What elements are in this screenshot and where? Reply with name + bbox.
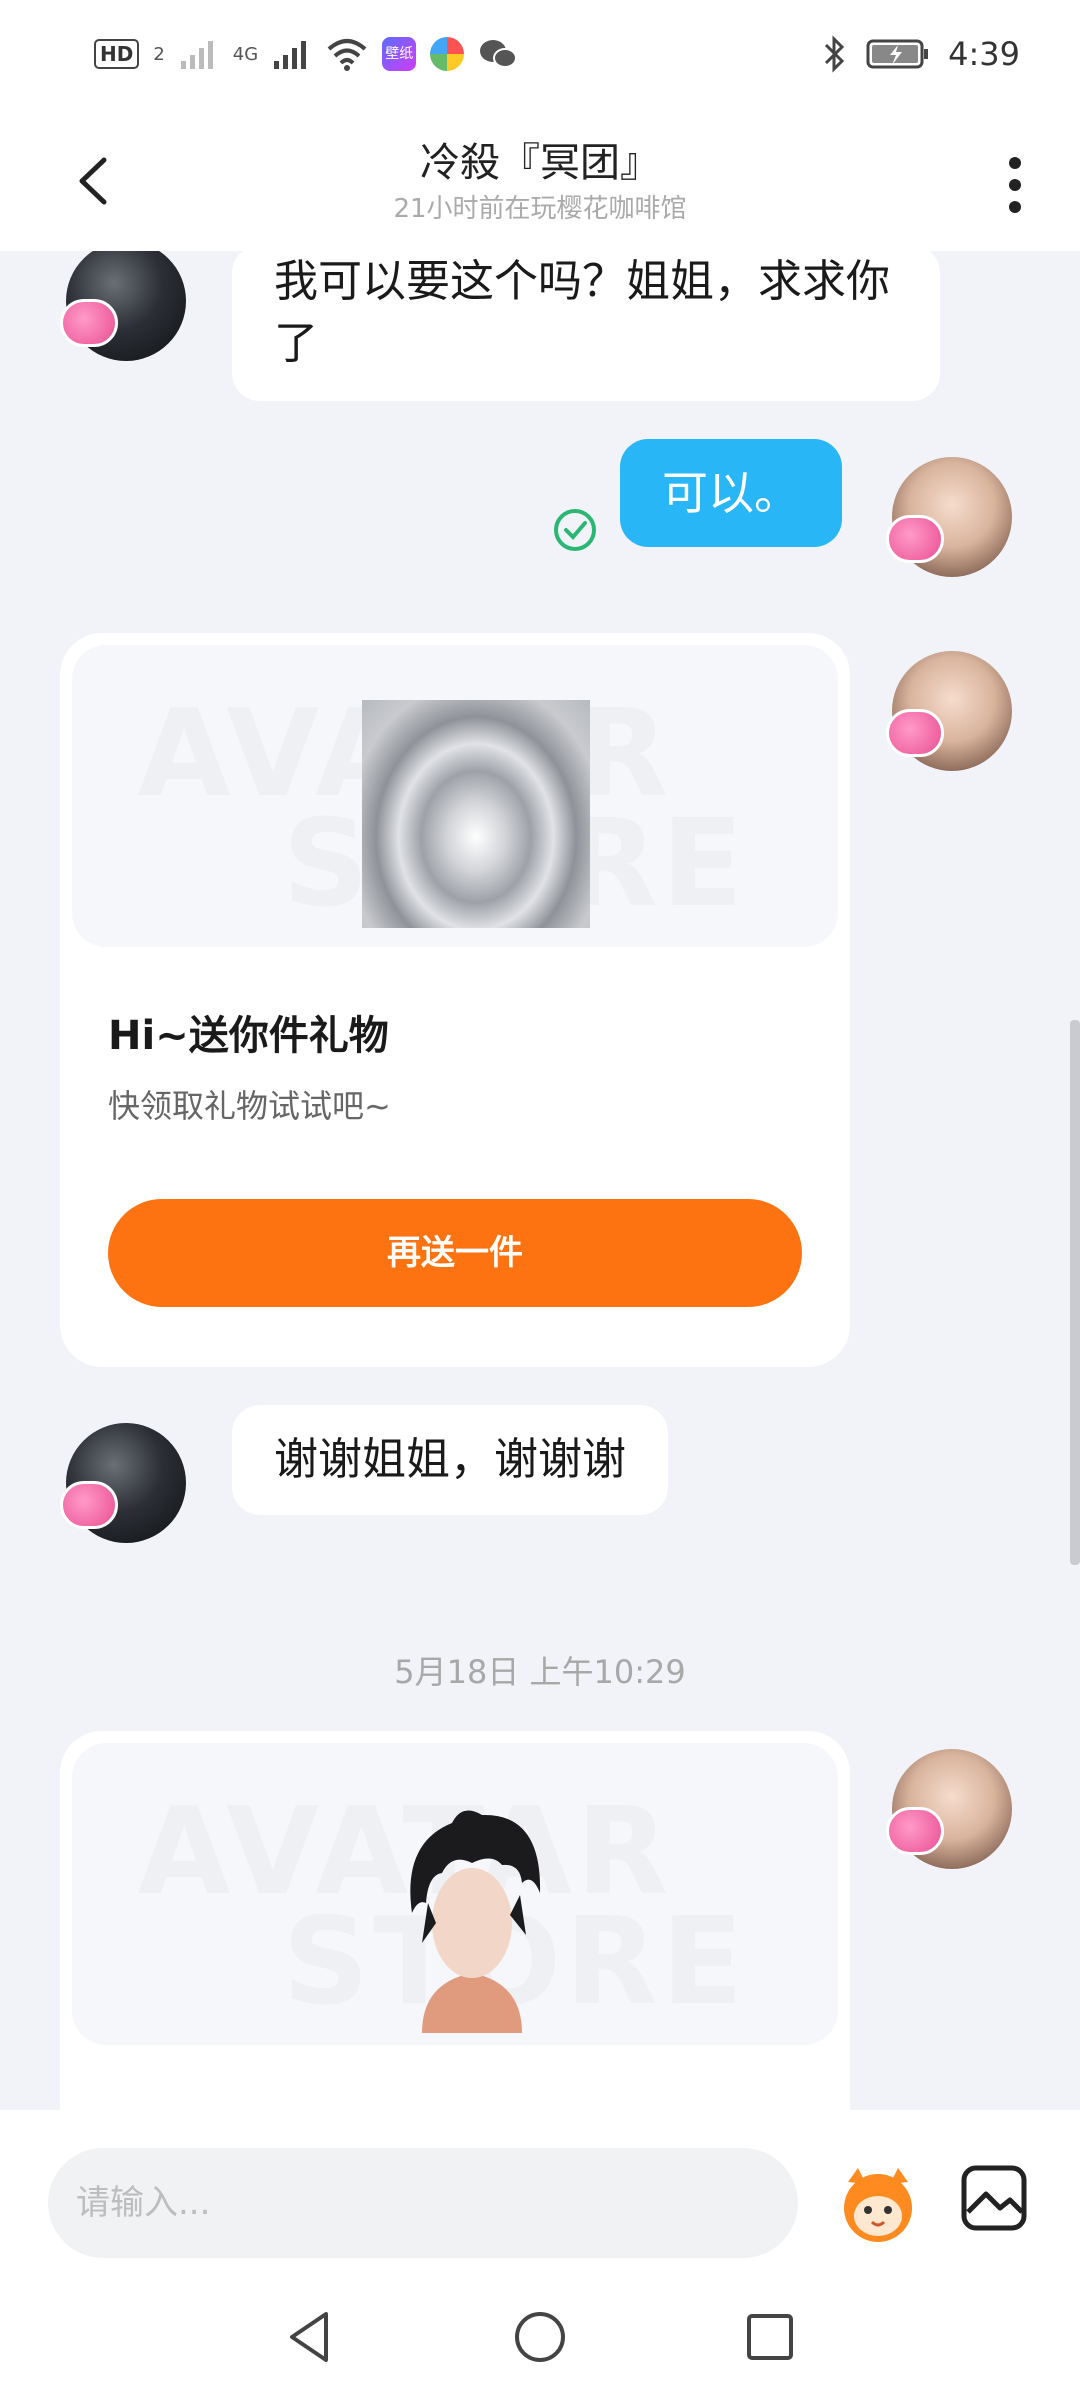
message-input[interactable] xyxy=(48,2148,798,2258)
chat-screen: HD 2 4G 壁纸 4:39 冷殺『冥团』 21小时前在玩樱花咖啡馆 我可以要… xyxy=(0,0,1080,2400)
chat-scrollbar[interactable] xyxy=(1070,1020,1080,1565)
more-options-button[interactable] xyxy=(990,150,1040,220)
wifi-icon xyxy=(327,39,367,71)
my-avatar[interactable] xyxy=(886,1749,1012,1869)
hd-indicator: HD xyxy=(94,39,140,69)
sim-slot-number: 2 xyxy=(153,43,165,65)
message-timestamp: 5月18日 上午10:29 xyxy=(394,1653,686,1691)
gift-preview: AVATAR STORE xyxy=(72,645,838,947)
gift-card[interactable]: AVATAR STORE xyxy=(60,1731,850,2110)
chat-header: 冷殺『冥团』 21小时前在玩樱花咖啡馆 xyxy=(0,108,1080,251)
input-bar xyxy=(0,2110,1080,2400)
network-type-label: 4G xyxy=(232,43,259,65)
pet-badge-icon xyxy=(60,1481,118,1529)
message-text: 谢谢姐姐，谢谢谢 xyxy=(274,1434,626,1485)
hair-item-image xyxy=(410,1810,541,2033)
sent-message[interactable]: 可以。 xyxy=(620,439,842,547)
gift-card-subtitle: 快领取礼物试试吧~ xyxy=(108,1087,391,1125)
system-nav-bar xyxy=(0,2280,1080,2400)
message-list[interactable]: 我可以要这个吗？姐姐，求求你了 可以。 AVATAR STORE Hi~送你件礼… xyxy=(0,251,1080,2110)
received-message[interactable]: 我可以要这个吗？姐姐，求求你了 xyxy=(232,251,940,401)
signal-strong-icon xyxy=(274,41,307,69)
pet-badge-icon xyxy=(886,515,944,563)
contact-avatar[interactable] xyxy=(60,251,186,361)
received-message[interactable]: 谢谢姐姐，谢谢谢 xyxy=(232,1405,668,1515)
status-bar: HD 2 4G 壁纸 4:39 xyxy=(0,0,1080,108)
image-button[interactable] xyxy=(958,2162,1030,2234)
pet-badge-icon xyxy=(886,1807,944,1855)
contact-avatar[interactable] xyxy=(60,1423,186,1543)
nav-recents-icon[interactable] xyxy=(735,2302,805,2372)
wechat-icon xyxy=(480,40,518,68)
send-another-button[interactable]: 再送一件 xyxy=(108,1199,802,1307)
read-check-icon xyxy=(554,509,596,551)
emoji-button[interactable] xyxy=(836,2162,920,2246)
nav-home-icon[interactable] xyxy=(505,2302,575,2372)
chat-title: 冷殺『冥团』 xyxy=(420,140,660,186)
message-text: 可以。 xyxy=(662,466,800,520)
signal-icon xyxy=(180,41,213,69)
pet-badge-icon xyxy=(886,709,944,757)
gift-item-image xyxy=(362,700,590,928)
battery-charging-icon xyxy=(866,39,929,69)
chat-subtitle: 21小时前在玩樱花咖啡馆 xyxy=(393,194,687,224)
my-avatar[interactable] xyxy=(886,457,1012,577)
status-left-icons: HD 2 4G 壁纸 xyxy=(94,37,518,71)
wallpaper-app-icon: 壁纸 xyxy=(382,37,417,71)
message-text: 我可以要这个吗？姐姐，求求你了 xyxy=(274,256,890,369)
gift-card-title: Hi~送你件礼物 xyxy=(108,1013,389,1059)
gift-card[interactable]: AVATAR STORE Hi~送你件礼物 快领取礼物试试吧~ 再送一件 xyxy=(60,633,850,1367)
nav-back-icon[interactable] xyxy=(274,2302,344,2372)
browser-app-icon xyxy=(430,37,465,71)
pet-badge-icon xyxy=(60,299,118,347)
status-right-icons: 4:39 xyxy=(822,35,1020,73)
bluetooth-icon xyxy=(825,35,845,73)
clock: 4:39 xyxy=(948,35,1020,73)
my-avatar[interactable] xyxy=(886,651,1012,771)
gift-preview: AVATAR STORE xyxy=(72,1743,838,2045)
